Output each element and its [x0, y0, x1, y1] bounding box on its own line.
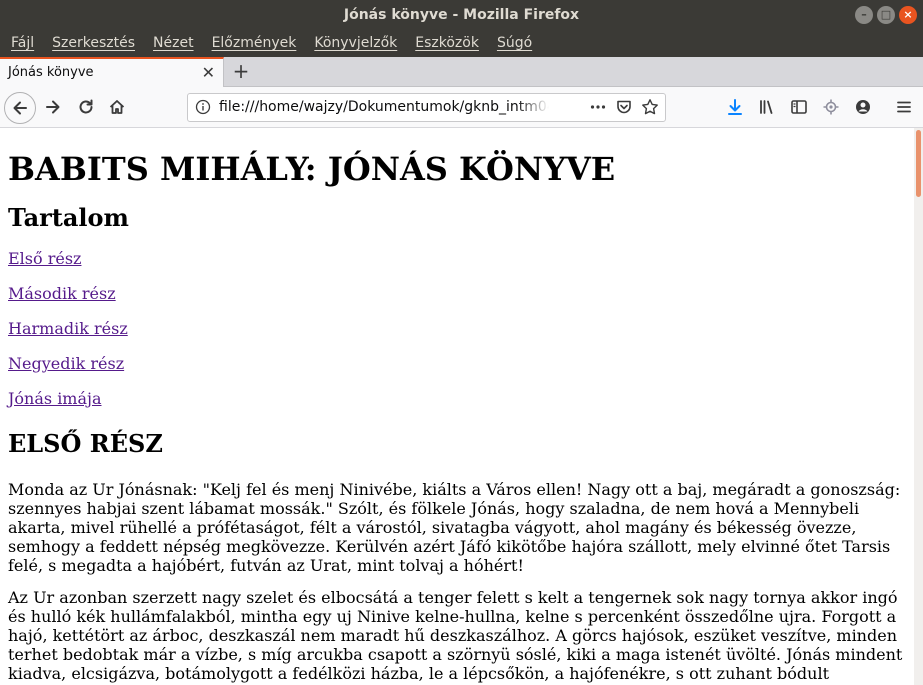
maximize-icon[interactable]: □ [877, 6, 895, 24]
home-icon[interactable] [103, 93, 131, 121]
toc-link-negyedik-resz[interactable]: Negyedik rész [8, 354, 914, 373]
tab-jonas-konyve[interactable]: Jónás könyve ✕ [0, 57, 224, 87]
info-icon[interactable] [195, 99, 211, 115]
window-title: Jónás könyve - Mozilla Firefox [343, 7, 580, 23]
paragraph: Monda az Ur Jónásnak: "Kelj fel és menj … [8, 480, 901, 575]
url-bar[interactable]: file:///home/wajzy/Dokumentumok/gknb_int… [187, 93, 666, 122]
back-icon[interactable] [4, 92, 36, 124]
toc-link-jonas-imaja[interactable]: Jónás imája [8, 389, 914, 408]
window-controls: – □ × [855, 6, 917, 24]
new-tab-icon[interactable]: + [230, 57, 252, 85]
window-titlebar: Jónás könyve - Mozilla Firefox – □ × [0, 0, 923, 30]
toc-link-masodik-resz[interactable]: Második rész [8, 284, 914, 303]
pocket-icon[interactable] [615, 98, 633, 120]
paragraph: Az Ur azonban szerzett nagy szelet és el… [8, 588, 903, 683]
menu-help[interactable]: Súgó [488, 30, 541, 57]
menubar: Fájl Szerkesztés Nézet Előzmények Könyvj… [0, 30, 923, 57]
section-heading: ELSŐ RÉSZ [8, 429, 163, 458]
tab-label: Jónás könyve [8, 65, 94, 80]
page-title: BABITS MIHÁLY: JÓNÁS KÖNYVE [8, 150, 616, 188]
navigation-toolbar: file:///home/wajzy/Dokumentumok/gknb_int… [0, 87, 923, 128]
menu-view[interactable]: Nézet [144, 30, 203, 57]
bookmark-star-icon[interactable] [641, 98, 659, 120]
library-icon[interactable] [753, 93, 781, 121]
toc-heading: Tartalom [8, 203, 129, 232]
download-icon[interactable] [721, 93, 749, 121]
toc-link-elso-resz[interactable]: Első rész [8, 249, 914, 268]
hamburger-menu-icon[interactable] [890, 93, 918, 121]
scrollbar[interactable] [914, 128, 923, 685]
menu-tools[interactable]: Eszközök [406, 30, 488, 57]
page-content: BABITS MIHÁLY: JÓNÁS KÖNYVE Tartalom Els… [0, 128, 914, 685]
close-window-icon[interactable]: × [899, 6, 917, 24]
minimize-icon[interactable]: – [855, 6, 873, 24]
close-tab-icon[interactable]: ✕ [202, 63, 215, 82]
page-actions-icon[interactable] [589, 98, 607, 120]
tracking-protection-icon[interactable] [817, 93, 845, 121]
forward-icon[interactable] [39, 93, 67, 121]
menu-edit[interactable]: Szerkesztés [43, 30, 144, 57]
url-input[interactable]: file:///home/wajzy/Dokumentumok/gknb_int… [219, 99, 549, 115]
menu-history[interactable]: Előzmények [203, 30, 306, 57]
toc-link-harmadik-resz[interactable]: Harmadik rész [8, 319, 914, 338]
sidebar-icon[interactable] [785, 93, 813, 121]
url-actions [589, 98, 659, 120]
reload-icon[interactable] [72, 93, 100, 121]
menu-bookmarks[interactable]: Könyvjelzők [305, 30, 406, 57]
menu-file[interactable]: Fájl [2, 30, 43, 57]
tab-strip: Jónás könyve ✕ + [0, 57, 923, 87]
scrollbar-thumb[interactable] [916, 130, 921, 197]
account-icon[interactable] [849, 93, 877, 121]
